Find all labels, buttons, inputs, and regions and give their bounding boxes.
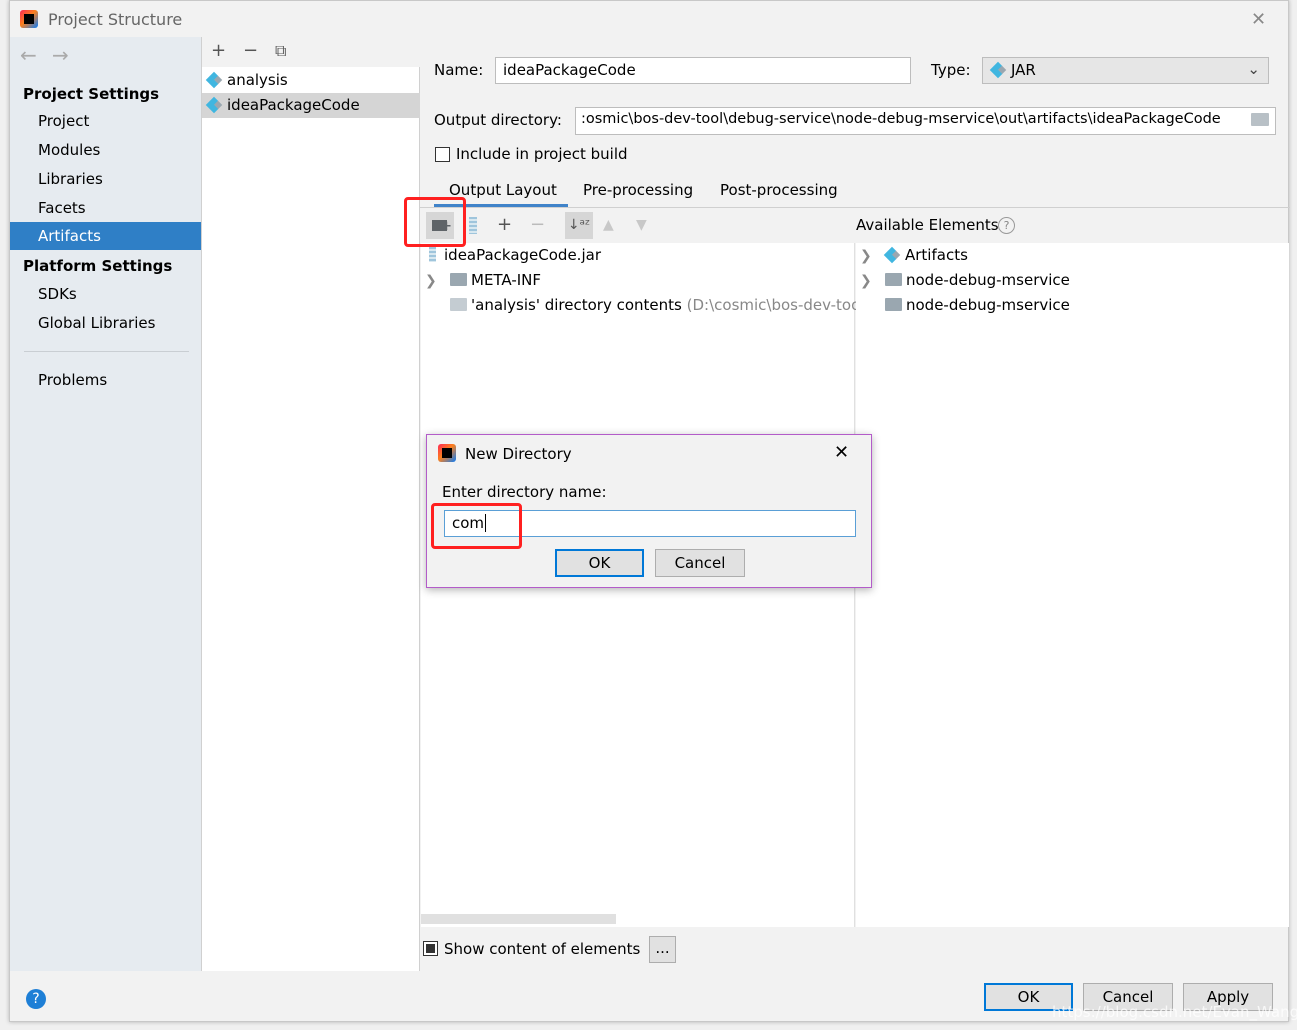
tree-label: META-INF: [471, 271, 542, 289]
window-title: Project Structure: [48, 10, 183, 29]
tree-label: ideaPackageCode.jar: [444, 246, 601, 264]
include-build-label: Include in project build: [456, 145, 628, 163]
copy-icon[interactable]: ⧉: [275, 41, 286, 61]
artifact-item-ideapackagecode[interactable]: ideaPackageCode: [202, 93, 420, 118]
output-directory-label: Output directory:: [434, 111, 562, 129]
tab-post-processing[interactable]: Post-processing: [720, 181, 838, 199]
available-item-module[interactable]: node-debug-mservice: [885, 271, 1070, 289]
artifact-label: ideaPackageCode: [227, 96, 360, 114]
dialog-prompt: Enter directory name:: [442, 483, 607, 501]
sidebar-item-modules[interactable]: Modules: [10, 136, 201, 164]
help-button[interactable]: ?: [26, 989, 46, 1009]
expand-chevron-icon[interactable]: ❯: [425, 273, 437, 289]
sidebar-item-problems[interactable]: Problems: [10, 366, 201, 394]
sidebar-item-artifacts[interactable]: Artifacts: [10, 222, 201, 250]
sidebar-item-sdks[interactable]: SDKs: [10, 280, 201, 308]
type-label: Type:: [931, 61, 971, 79]
highlight-box: [431, 503, 522, 549]
name-label: Name:: [434, 61, 484, 79]
tree-label: node-debug-mservice: [906, 296, 1070, 314]
sidebar: ← → Project Settings Project Modules Lib…: [10, 37, 201, 971]
remove-icon[interactable]: −: [243, 41, 258, 61]
type-select[interactable]: JAR ⌄: [982, 57, 1269, 84]
tree-label: node-debug-mservice: [906, 271, 1070, 289]
close-icon[interactable]: ✕: [1251, 9, 1266, 30]
tree-label: 'analysis' directory contents: [471, 296, 682, 314]
show-content-checkbox[interactable]: [423, 941, 438, 956]
tree-path: (D:\cosmic\bos-dev-tool: [686, 296, 865, 314]
sidebar-item-libraries[interactable]: Libraries: [10, 165, 201, 193]
jar-artifact-icon: [989, 61, 1007, 79]
add-icon[interactable]: +: [211, 41, 226, 61]
type-value: JAR: [1011, 61, 1036, 79]
include-build-checkbox[interactable]: [435, 147, 450, 162]
move-up-icon[interactable]: ▲: [603, 217, 614, 233]
back-arrow-icon[interactable]: ←: [20, 43, 37, 67]
tree-item-directory-contents[interactable]: 'analysis' directory contents (D:\cosmic…: [450, 296, 864, 314]
intellij-logo-icon: [438, 444, 456, 462]
move-down-icon[interactable]: ▼: [636, 217, 647, 233]
highlight-box: [404, 197, 466, 247]
browse-folder-icon[interactable]: [1251, 113, 1269, 126]
artifact-icon: [205, 71, 223, 89]
divider: [420, 207, 1290, 208]
tree-item-meta-inf[interactable]: META-INF: [450, 271, 541, 289]
dialog-title: New Directory: [465, 445, 572, 463]
expand-chevron-icon[interactable]: ❯: [860, 248, 872, 264]
intellij-logo-icon: [20, 10, 38, 28]
available-item-artifacts[interactable]: Artifacts: [883, 246, 968, 264]
sidebar-item-project[interactable]: Project: [10, 107, 201, 135]
dialog-ok-button[interactable]: OK: [555, 549, 644, 577]
tree-label: Artifacts: [905, 246, 968, 264]
artifact-icon: [883, 246, 901, 264]
folder-icon: [450, 273, 467, 286]
chevron-down-icon: ⌄: [1247, 60, 1260, 78]
name-input[interactable]: ideaPackageCode: [495, 57, 911, 84]
show-content-label: Show content of elements: [444, 940, 641, 958]
show-content-options-button[interactable]: ...: [649, 936, 676, 963]
module-folder-icon: [885, 298, 902, 311]
available-elements-title: Available Elements: [856, 216, 999, 234]
artifact-icon: [205, 96, 223, 114]
platform-settings-heading: Platform Settings: [23, 257, 173, 275]
available-elements-tree: ❯ Artifacts ❯ node-debug-mservice node-d…: [856, 243, 1289, 927]
dialog-close-icon[interactable]: ✕: [834, 442, 849, 463]
watermark: https://blog.csdn.net/Evan_Wang: [1052, 1003, 1297, 1021]
artifact-item-analysis[interactable]: analysis: [202, 68, 420, 93]
help-icon[interactable]: ?: [998, 217, 1015, 234]
module-folder-icon: [885, 273, 902, 286]
add-element-icon[interactable]: +: [497, 215, 512, 235]
archive-icon[interactable]: [469, 217, 477, 234]
artifact-list-panel: + − ⧉ analysis ideaPackageCode: [201, 37, 420, 971]
sort-icon[interactable]: ↓ᵃᶻ: [565, 212, 593, 239]
tab-output-layout[interactable]: Output Layout: [449, 181, 557, 199]
project-settings-heading: Project Settings: [23, 85, 160, 103]
jar-icon: [429, 247, 436, 262]
tree-item-jar[interactable]: ideaPackageCode.jar: [429, 246, 601, 264]
artifact-toolbar: + − ⧉: [202, 37, 420, 67]
forward-arrow-icon[interactable]: →: [52, 43, 69, 67]
sidebar-item-facets[interactable]: Facets: [10, 194, 201, 222]
sidebar-item-global-libraries[interactable]: Global Libraries: [10, 309, 201, 337]
divider: [24, 351, 189, 352]
horizontal-scrollbar[interactable]: [421, 914, 616, 924]
tab-pre-processing[interactable]: Pre-processing: [583, 181, 693, 199]
output-directory-input[interactable]: :osmic\bos-dev-tool\debug-service\node-d…: [575, 107, 1276, 135]
folder-icon: [450, 298, 467, 311]
remove-element-icon[interactable]: −: [530, 215, 545, 235]
artifact-label: analysis: [227, 71, 288, 89]
expand-chevron-icon[interactable]: ❯: [860, 273, 872, 289]
dialog-cancel-button[interactable]: Cancel: [655, 549, 745, 577]
available-item-module[interactable]: node-debug-mservice: [885, 296, 1070, 314]
